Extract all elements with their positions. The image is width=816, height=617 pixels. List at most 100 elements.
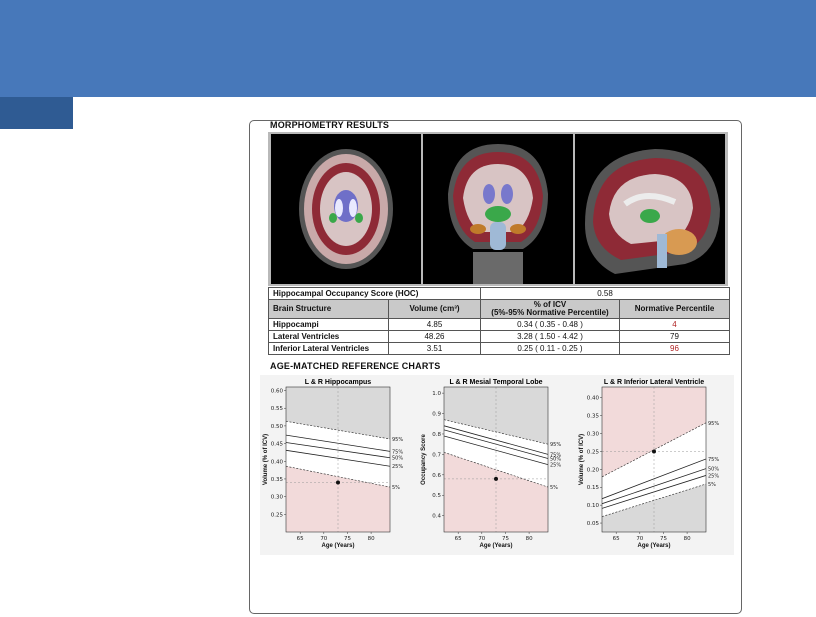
y-tick-label: 0.6: [432, 473, 441, 479]
patient-point: [336, 480, 340, 485]
morphometry-table: Hippocampal Occupancy Score (HOC) 0.58 B…: [268, 287, 731, 355]
percentile-label: 95%: [708, 421, 719, 427]
x-tick-label: 80: [368, 536, 375, 542]
percentile-label: 50%: [708, 467, 719, 473]
y-tick-label: 0.50: [271, 424, 284, 430]
y-tick-label: 0.25: [271, 512, 284, 518]
morphometry-title: MORPHOMETRY RESULTS: [270, 120, 390, 130]
percentile-label: 75%: [708, 457, 719, 463]
y-tick-label: 0.35: [587, 414, 600, 420]
hoc-row: Hippocampal Occupancy Score (HOC) 0.58: [268, 287, 731, 300]
percentile-label: 5%: [392, 485, 400, 491]
y-tick-label: 1.0: [432, 391, 441, 397]
header-percentile: Normative Percentile: [618, 299, 731, 319]
row-volume: 48.26: [388, 330, 481, 343]
row-structure: Inferior Lateral Ventricles: [268, 342, 389, 355]
x-tick-label: 65: [613, 536, 620, 542]
patient-point: [494, 476, 498, 481]
patient-point: [652, 449, 656, 454]
y-tick-label: 0.7: [432, 452, 441, 458]
row-icv: 3.28 ( 1.50 - 4.42 ): [480, 330, 620, 343]
scan-strip: [268, 132, 728, 286]
chart-title: L & R Inferior Lateral Ventricle: [604, 379, 704, 386]
x-axis-label: Age (Years): [321, 543, 354, 549]
header-volume: Volume (cm³): [388, 299, 481, 319]
x-tick-label: 75: [344, 536, 351, 542]
nav-tab[interactable]: [0, 97, 73, 129]
hippocampus-chart: L & R Hippocampus 95% 75%50% 25% 5% 0.60 0.55 0…: [260, 375, 418, 555]
x-tick-label: 75: [502, 536, 509, 542]
x-axis-label: Age (Years): [479, 543, 512, 549]
row-icv: 0.25 ( 0.11 - 0.25 ): [480, 342, 620, 355]
x-tick-label: 70: [636, 536, 643, 542]
y-tick-label: 0.55: [271, 406, 284, 412]
hoc-value: 0.58: [479, 287, 731, 300]
y-tick-label: 0.4: [432, 514, 441, 520]
x-tick-label: 65: [455, 536, 462, 542]
chart-title: L & R Mesial Temporal Lobe: [449, 379, 542, 386]
y-tick-label: 0.20: [587, 467, 600, 473]
charts-title: AGE-MATCHED REFERENCE CHARTS: [270, 361, 441, 371]
plot-area: [444, 387, 548, 532]
header-icv: % of ICV (5%-95% Normative Percentile): [480, 299, 620, 319]
y-axis-label: Occupancy Score: [421, 433, 427, 484]
row-structure: Lateral Ventricles: [268, 330, 389, 343]
y-axis-label: Volume (% of ICV): [579, 434, 585, 485]
percentile-label: 95%: [392, 437, 403, 443]
percentile-label: 25%: [550, 463, 561, 469]
header-banner: [0, 0, 816, 97]
y-tick-label: 0.9: [432, 412, 441, 418]
table-row: Hippocampi 4.85 0.34 ( 0.35 - 0.48 ) 4: [268, 318, 731, 331]
percentile-label: 25%: [392, 464, 403, 470]
mesial-temporal-chart: L & R Mesial Temporal Lobe95%75%50%25%5%…: [418, 375, 576, 555]
reference-charts: L & R Hippocampus 95% 75% 50% 25% 5% 0.60 0.55 0…: [260, 375, 734, 555]
inferior-lateral-ventricle-chart: L & R Inferior Lateral Ventricle 95% 75% 50…: [576, 375, 734, 555]
row-structure: Hippocampi: [268, 318, 389, 331]
x-tick-label: 70: [320, 536, 327, 542]
x-axis-label: Age (Years): [637, 543, 670, 549]
sagittal-scan-image: [575, 134, 725, 284]
header-icv-line2: (5%-95% Normative Percentile): [491, 308, 609, 317]
y-tick-label: 0.30: [587, 432, 600, 438]
row-volume: 4.85: [388, 318, 481, 331]
y-tick-label: 0.30: [271, 495, 284, 501]
percentile-label: 95%: [550, 442, 561, 448]
x-tick-label: 75: [660, 536, 667, 542]
row-percentile: 96: [618, 342, 731, 355]
y-tick-label: 0.25: [587, 449, 600, 455]
y-axis-label: Volume (% of ICV): [263, 434, 269, 485]
table-row: Inferior Lateral Ventricles 3.51 0.25 ( …: [268, 342, 731, 355]
percentile-label: 5%: [708, 482, 716, 488]
percentile-label: 5%: [550, 485, 558, 491]
y-tick-label: 0.10: [587, 503, 600, 509]
percentile-label: 50%: [392, 456, 403, 462]
x-tick-label: 80: [684, 536, 691, 542]
x-tick-label: 70: [478, 536, 485, 542]
coronal-scan-image: [423, 134, 573, 284]
x-tick-label: 65: [297, 536, 304, 542]
chart-title: L & R Hippocampus: [305, 379, 371, 386]
percentile-label: 50%: [550, 456, 561, 462]
plot-area: [602, 387, 706, 532]
percentile-label: 75%: [392, 449, 403, 455]
row-icv: 0.34 ( 0.35 - 0.48 ): [480, 318, 620, 331]
y-tick-label: 0.60: [271, 389, 284, 395]
y-tick-label: 0.40: [271, 459, 284, 465]
row-percentile: 79: [618, 330, 731, 343]
table-row: Lateral Ventricles 48.26 3.28 ( 1.50 - 4…: [268, 330, 731, 343]
percentile-label: 25%: [708, 473, 719, 479]
y-tick-label: 0.5: [432, 493, 441, 499]
x-tick-label: 80: [526, 536, 533, 542]
axial-scan-image: [271, 134, 421, 284]
table-header-row: Brain Structure Volume (cm³) % of ICV (5…: [268, 299, 731, 319]
row-percentile: 4: [618, 318, 731, 331]
y-tick-label: 0.45: [271, 442, 284, 448]
row-volume: 3.51: [388, 342, 481, 355]
y-tick-label: 0.8: [432, 432, 441, 438]
plot-area: [286, 387, 390, 532]
header-structure: Brain Structure: [268, 299, 389, 319]
hoc-label: Hippocampal Occupancy Score (HOC): [268, 287, 481, 300]
y-tick-label: 0.15: [587, 485, 600, 491]
y-tick-label: 0.35: [271, 477, 284, 483]
y-tick-label: 0.05: [587, 521, 600, 527]
